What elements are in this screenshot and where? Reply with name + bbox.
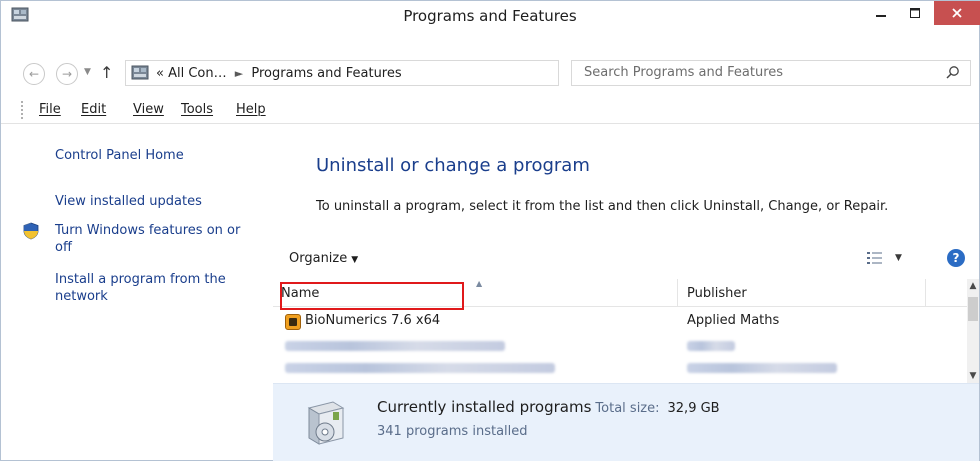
obscured-program-name	[285, 341, 505, 351]
minimize-button[interactable]	[864, 1, 898, 25]
breadcrumb-separator-icon[interactable]: ►	[235, 67, 243, 80]
menu-view[interactable]: View	[133, 102, 164, 117]
address-bar[interactable]: « All Con… ► Programs and Features ⌵ ↻	[125, 60, 666, 86]
installed-count: 341 programs installed	[377, 424, 528, 439]
vertical-scrollbar[interactable]: ▲ ▼	[967, 279, 979, 383]
turn-windows-features-link[interactable]: Turn Windows features on or off	[55, 222, 255, 256]
forward-button[interactable]: →	[56, 63, 78, 85]
menu-edit[interactable]: Edit	[81, 102, 106, 117]
column-header-publisher[interactable]: Publisher	[687, 286, 747, 301]
forward-arrow-icon: →	[61, 67, 73, 81]
page-description: To uninstall a program, select it from t…	[316, 199, 889, 214]
close-button[interactable]	[934, 1, 980, 25]
back-arrow-icon: ←	[28, 67, 40, 81]
breadcrumb-all-control-panel[interactable]: All Con…	[168, 66, 227, 81]
view-dropdown-button[interactable]: ▼	[895, 253, 902, 263]
installed-programs-heading: Currently installed programs	[377, 398, 592, 416]
column-divider[interactable]	[925, 279, 926, 307]
menu-tools[interactable]: Tools	[181, 102, 213, 117]
obscured-program-name	[285, 363, 555, 373]
task-pane: Control Panel Home View installed update…	[1, 125, 271, 461]
bionumerics-app-icon	[285, 314, 301, 330]
column-divider[interactable]	[677, 279, 678, 307]
minimize-icon	[876, 15, 886, 17]
menu-file[interactable]: File	[39, 102, 61, 117]
recent-locations-dropdown[interactable]: ▼	[84, 67, 91, 77]
list-header: Name ▲ Publisher	[273, 279, 967, 307]
control-panel-icon	[131, 65, 149, 80]
total-size-value: 32,9 GB	[667, 401, 720, 416]
install-program-from-network-link[interactable]: Install a program from the network	[55, 271, 255, 305]
window-title: Programs and Features	[403, 7, 577, 25]
scroll-up-icon[interactable]: ▲	[967, 281, 979, 291]
program-name: BioNumerics 7.6 x64	[305, 313, 441, 328]
help-icon: ?	[952, 251, 960, 265]
command-bar: Organize ▼ ▼ ?	[273, 245, 979, 277]
table-row[interactable]	[273, 335, 967, 357]
program-publisher: Applied Maths	[687, 313, 780, 328]
close-icon	[952, 8, 962, 18]
organize-label: Organize	[289, 251, 348, 266]
menu-grip	[21, 101, 23, 119]
maximize-icon	[910, 8, 920, 18]
page-title: Uninstall or change a program	[316, 155, 590, 176]
chevron-down-icon: ▼	[351, 255, 359, 265]
chevron-down-icon: ▼	[895, 253, 902, 263]
details-title: Currently installed programs Total size: 3…	[377, 398, 720, 416]
obscured-publisher	[687, 341, 735, 351]
scrollbar-thumb[interactable]	[968, 297, 978, 321]
breadcrumb: « All Con… ► Programs and Features	[156, 66, 402, 81]
chevron-down-icon: ▼	[84, 67, 91, 77]
scroll-down-icon[interactable]: ▼	[967, 371, 979, 381]
table-row[interactable]: BioNumerics 7.6 x64 Applied Maths	[273, 311, 967, 333]
installed-programs-box-icon	[307, 401, 345, 445]
table-row[interactable]	[273, 357, 967, 379]
back-button[interactable]: ←	[23, 63, 45, 85]
help-button[interactable]: ?	[947, 249, 965, 267]
organize-button[interactable]: Organize ▼	[289, 251, 358, 266]
address-toolbar: ← → ▼ ↑ « All Con… ► Programs and Featur…	[1, 55, 979, 89]
search-input[interactable]	[584, 65, 924, 80]
control-panel-home-link[interactable]: Control Panel Home	[55, 147, 255, 164]
search-icon[interactable]	[946, 65, 960, 79]
menu-help[interactable]: Help	[236, 102, 266, 117]
total-size-label: Total size:	[595, 401, 660, 416]
title-bar: Programs and Features	[1, 1, 980, 31]
breadcrumb-overflow[interactable]: «	[156, 66, 164, 81]
menu-bar: File Edit View Tools Help	[1, 98, 979, 124]
column-header-name[interactable]: Name	[281, 286, 319, 301]
obscured-publisher	[687, 363, 837, 373]
view-installed-updates-link[interactable]: View installed updates	[55, 193, 255, 210]
breadcrumb-programs-and-features[interactable]: Programs and Features	[251, 66, 401, 81]
view-options-icon[interactable]	[867, 251, 883, 265]
maximize-button[interactable]	[898, 1, 932, 25]
search-box[interactable]	[571, 60, 971, 86]
programs-and-features-window: Programs and Features ← → ▼ ↑ « All Con…	[0, 0, 980, 461]
up-button[interactable]: ↑	[100, 63, 113, 82]
up-arrow-icon: ↑	[100, 63, 114, 82]
details-pane: Currently installed programs Total size: 3…	[273, 383, 979, 461]
sort-ascending-icon: ▲	[476, 279, 483, 288]
uac-shield-icon	[23, 222, 39, 240]
